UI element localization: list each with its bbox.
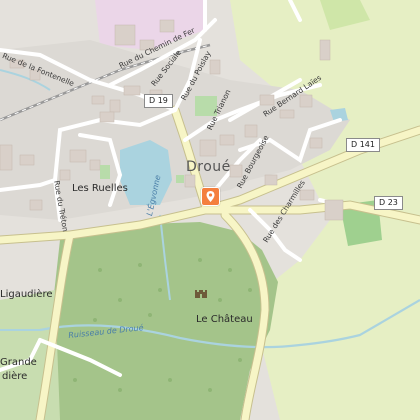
road-shield-d141: D 141 — [346, 138, 380, 152]
place-label-ruelles: Les Ruelles — [72, 183, 128, 194]
location-pin-icon — [206, 191, 215, 202]
location-pin-marker[interactable] — [201, 187, 220, 206]
place-label-grande-1: Grande — [0, 357, 37, 368]
road-shield-d23: D 23 — [374, 196, 403, 210]
place-label-grande-2: dière — [2, 371, 28, 382]
map-view[interactable]: Rue de la Fontenelle Rue du Chemin de Fe… — [0, 0, 420, 420]
road-shield-d19: D 19 — [144, 94, 173, 108]
place-label-ligaudiere: Ligaudière — [0, 289, 53, 300]
castle-icon — [195, 290, 207, 298]
place-label-chateau: Le Château — [196, 314, 253, 325]
town-label: Droué — [186, 159, 231, 175]
